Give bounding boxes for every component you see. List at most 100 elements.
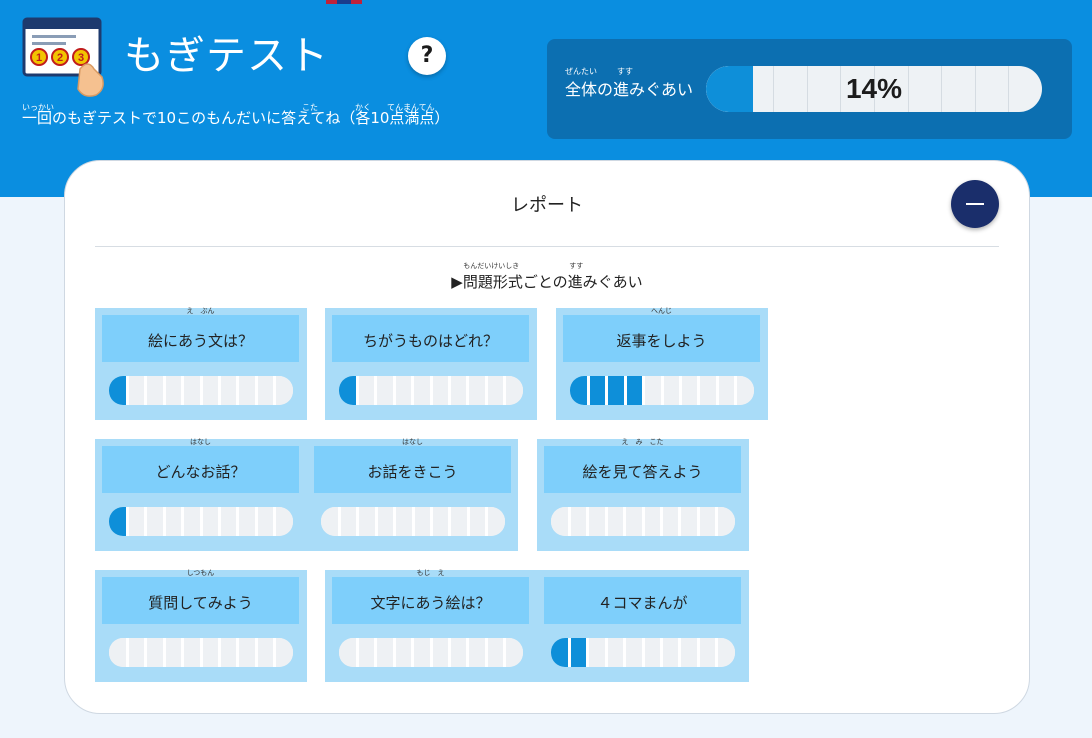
progress-segment-divider <box>411 376 415 405</box>
subtitle-ruby-1: いっかい <box>22 103 54 112</box>
group-1: え ぶん 絵にあう文は？ <box>95 307 307 420</box>
progress-segment-divider <box>411 507 415 536</box>
category-ruby: しつもん <box>186 569 215 577</box>
progress-segment-divider <box>604 507 608 536</box>
progress-segment-empty <box>145 376 165 405</box>
category-progress-bar <box>570 376 754 405</box>
progress-segment-divider <box>586 376 590 405</box>
group-2: ちがうものはどれ？ <box>325 308 537 420</box>
progress-segment-divider <box>447 376 451 405</box>
progress-segment-divider <box>144 638 148 667</box>
progress-segment-divider <box>567 507 571 536</box>
progress-segment-empty <box>339 507 358 536</box>
progress-segment-empty <box>504 638 523 667</box>
progress-segment-divider <box>604 638 608 667</box>
progress-segment-divider <box>641 638 645 667</box>
collapse-button[interactable] <box>951 180 999 228</box>
progress-segment-divider <box>642 376 646 405</box>
progress-segment-empty <box>219 376 238 405</box>
progress-segment-divider <box>659 507 663 536</box>
progress-segment-empty <box>274 638 293 667</box>
progress-segment-divider <box>678 507 682 536</box>
category-label-text: 文字にあう絵は？ <box>370 594 491 612</box>
progress-segment-divider <box>660 376 664 405</box>
progress-segment-empty <box>394 376 413 405</box>
category-progress-bar <box>551 638 735 667</box>
progress-segment-empty <box>467 638 487 667</box>
category-label-text: 絵を見て答えよう <box>582 463 703 481</box>
progress-segment-divider <box>144 376 148 405</box>
overall-ruby-2: すす <box>617 67 633 76</box>
progress-segment-empty <box>201 376 220 405</box>
report-card: レポート もんだいけいしき すす ▶問題形式ごとの進みぐあい え ぶん 絵にあう文… <box>64 160 1030 714</box>
progress-segment-empty <box>431 638 450 667</box>
progress-segment-empty <box>219 638 238 667</box>
progress-segment-divider <box>503 638 507 667</box>
progress-segment-empty <box>164 507 183 536</box>
progress-segment-empty <box>449 638 468 667</box>
progress-segment-empty <box>375 638 395 667</box>
progress-segment-divider <box>254 507 258 536</box>
help-button[interactable]: ? <box>408 37 446 75</box>
progress-segment-empty <box>145 507 165 536</box>
progress-segment-divider <box>393 507 397 536</box>
svg-text:3: 3 <box>78 52 84 64</box>
category-label: へんじ 返事をしよう <box>563 307 760 362</box>
category-label-text: ４コマまんが <box>597 594 688 612</box>
progress-segment-divider <box>217 638 221 667</box>
category-progress-bar <box>551 507 735 536</box>
progress-segment-done <box>606 376 626 405</box>
category-label: え み こた 絵を見て答えよう <box>544 438 741 493</box>
progress-segment-empty <box>357 507 377 536</box>
progress-segment-divider <box>236 376 240 405</box>
progress-segment-divider <box>144 507 148 536</box>
progress-segment-empty <box>486 638 505 667</box>
progress-segment-empty <box>339 638 358 667</box>
progress-segment-empty <box>624 507 643 536</box>
progress-segment-divider <box>567 638 571 667</box>
section-heading: もんだいけいしき すす ▶問題形式ごとの進みぐあい <box>65 262 1029 292</box>
progress-segment-empty <box>716 507 735 536</box>
progress-segment-divider <box>448 507 452 536</box>
category-progress-bar <box>109 507 293 536</box>
subtitle-text: 一回のもぎテストで10このもんだいに答えてね（各10点満点） <box>22 109 450 127</box>
category-label: ちがうものはどれ？ <box>332 315 529 362</box>
progress-segment-divider <box>254 376 258 405</box>
progress-segment-done <box>588 376 607 405</box>
category-label: はなし どんなお話？ <box>102 438 299 493</box>
category-label: もじ え文字にあう絵は？ <box>332 569 529 624</box>
progress-segment-empty <box>468 507 487 536</box>
progress-segment-done <box>339 376 358 405</box>
progress-segment-empty <box>467 376 487 405</box>
progress-segment-empty <box>394 638 413 667</box>
progress-segment-empty <box>449 376 468 405</box>
progress-segment-divider <box>273 507 277 536</box>
progress-segment-divider <box>429 376 433 405</box>
category-label-text: どんなお話？ <box>155 463 246 481</box>
progress-segment-divider <box>484 638 488 667</box>
section-heading-text: ▶問題形式ごとの進みぐあい <box>451 273 643 291</box>
section-ruby-2: すす <box>569 262 584 270</box>
progress-segment-empty <box>606 507 625 536</box>
overall-ruby-1: ぜんたい <box>565 67 597 76</box>
overall-label-text: 全体の進みぐあい <box>565 80 694 99</box>
progress-segment-empty <box>145 638 165 667</box>
category-label: ４コマまんが <box>544 577 741 624</box>
progress-segment-empty <box>413 507 432 536</box>
report-title: レポート <box>511 195 583 216</box>
progress-segment-empty <box>643 376 662 405</box>
progress-segment-empty <box>109 638 128 667</box>
progress-segment-divider <box>485 507 489 536</box>
progress-segment-divider <box>273 376 277 405</box>
progress-segment-divider <box>199 507 203 536</box>
progress-segment-empty <box>256 507 275 536</box>
progress-segment-divider <box>217 507 221 536</box>
progress-segment-empty <box>127 376 146 405</box>
progress-segment-divider <box>715 507 719 536</box>
progress-segment-empty <box>376 507 395 536</box>
group-3: へんじ 返事をしよう <box>556 307 768 420</box>
progress-segment-divider <box>374 638 378 667</box>
progress-segment-divider <box>503 376 507 405</box>
divider <box>95 246 999 247</box>
progress-segment-empty <box>680 376 699 405</box>
